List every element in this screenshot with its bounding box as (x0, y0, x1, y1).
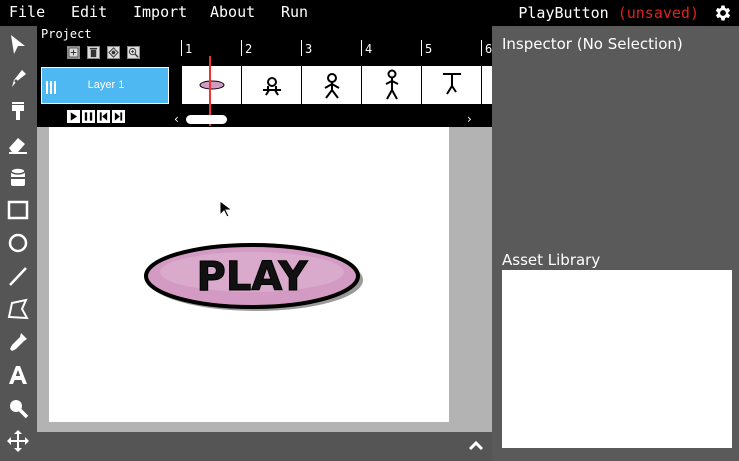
frame-3[interactable] (302, 66, 361, 104)
next-frame-icon[interactable] (112, 110, 125, 123)
add-layer-icon[interactable] (67, 46, 80, 59)
menu-edit[interactable]: Edit (71, 3, 107, 21)
unsaved-status: (unsaved) (617, 4, 699, 22)
rectangle-icon[interactable] (4, 196, 32, 224)
frame-number: 2 (245, 42, 253, 56)
zoom-timeline-icon[interactable] (127, 46, 140, 59)
project-title: PlayButton (unsaved) (518, 4, 699, 22)
frame-6[interactable] (482, 66, 492, 104)
menu-file[interactable]: File (9, 3, 45, 21)
asset-library-title: Asset Library (502, 251, 601, 269)
text-icon[interactable] (4, 361, 32, 389)
play-button-graphic[interactable]: PLAY (144, 242, 364, 314)
play-icon[interactable] (67, 110, 80, 123)
lasso-icon[interactable] (4, 295, 32, 323)
fill-bucket-icon[interactable] (4, 163, 32, 191)
layer-row[interactable]: Layer 1 (41, 67, 169, 104)
pen-icon[interactable] (4, 64, 32, 92)
asset-library-list[interactable] (502, 270, 732, 448)
zoom-icon[interactable] (4, 394, 32, 422)
pause-icon[interactable] (82, 110, 95, 123)
frame-2[interactable] (242, 66, 301, 104)
menu-run[interactable]: Run (281, 3, 308, 21)
previous-frame-icon[interactable] (97, 110, 110, 123)
timeline-panel: Project Layer 1 1 2 3 4 5 6 ‹ › (37, 26, 492, 127)
frame-number: 3 (305, 42, 313, 56)
project-name: PlayButton (518, 4, 609, 22)
brush-icon[interactable] (4, 97, 32, 125)
onion-skin-icon[interactable] (107, 46, 120, 59)
project-label: Project (41, 27, 92, 41)
inspector-title: Inspector (No Selection) (502, 35, 683, 53)
eyedropper-icon[interactable] (4, 328, 32, 356)
layer-name: Layer 1 (87, 79, 125, 91)
frame-1[interactable] (182, 66, 241, 104)
mouse-cursor-icon (219, 200, 233, 218)
playback-controls (67, 110, 125, 126)
frame-4[interactable] (362, 66, 421, 104)
timeline-scrollbar[interactable] (186, 115, 227, 124)
line-icon[interactable] (4, 262, 32, 290)
frame-number: 1 (185, 42, 193, 56)
menu-import[interactable]: Import (133, 3, 187, 21)
scroll-left-icon[interactable]: ‹ (174, 112, 179, 126)
stage[interactable]: PLAY (49, 127, 449, 422)
frames-area: 1 2 3 4 5 6 (178, 40, 492, 126)
right-panel: Inspector (No Selection) Asset Library (492, 26, 739, 461)
canvas-bottom-bar (37, 432, 492, 461)
menu-about[interactable]: About (210, 3, 255, 21)
cursor-icon[interactable] (4, 31, 32, 59)
eraser-icon[interactable] (4, 130, 32, 158)
delete-layer-icon[interactable] (87, 46, 100, 59)
ellipse-icon[interactable] (4, 229, 32, 257)
canvas-area[interactable]: PLAY (37, 127, 492, 432)
frame-number: 5 (425, 42, 433, 56)
gear-icon[interactable] (713, 3, 733, 23)
frame-5[interactable] (422, 66, 481, 104)
chevron-up-icon[interactable] (466, 436, 486, 456)
frame-number: 6 (485, 42, 492, 56)
tool-palette (0, 26, 37, 461)
pan-icon[interactable] (4, 427, 32, 455)
play-button-label: PLAY (197, 254, 309, 300)
menu-bar: File Edit Import About Run PlayButton (u… (0, 0, 739, 26)
frame-number: 4 (365, 42, 373, 56)
scroll-right-icon[interactable]: › (467, 112, 472, 126)
